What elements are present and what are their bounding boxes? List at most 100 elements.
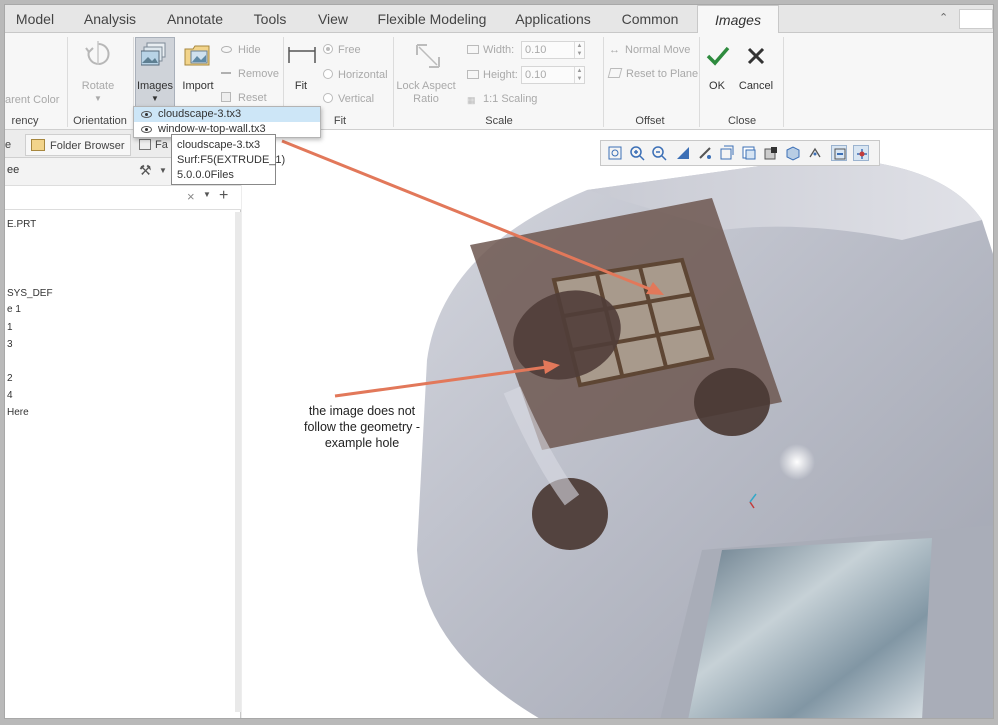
datum-display-icon[interactable] xyxy=(807,145,823,161)
remove-label: Remove xyxy=(238,68,279,80)
tree-item[interactable]: 4 xyxy=(7,388,13,404)
group-separator xyxy=(699,37,700,127)
group-label-orientation: Orientation xyxy=(73,115,127,127)
group-label-offset: Offset xyxy=(635,115,665,127)
fit-free-label: Free xyxy=(338,44,361,56)
repaint-icon[interactable] xyxy=(675,145,691,161)
lock-aspect-button[interactable]: Lock Aspect Ratio xyxy=(395,80,457,106)
tree-item[interactable]: SYS_DEF xyxy=(7,286,53,302)
group-label-transparency: rency xyxy=(11,115,39,127)
remove-button[interactable]: Remove xyxy=(221,65,279,83)
tab-annotate[interactable]: Annotate xyxy=(155,5,235,33)
group-label-close: Close xyxy=(727,115,757,127)
lock-aspect-label-2: Ratio xyxy=(413,93,439,105)
width-icon xyxy=(467,45,479,54)
chevron-down-icon[interactable]: ▼ xyxy=(159,166,167,175)
height-label-text: Height: xyxy=(483,69,518,81)
hide-button[interactable]: Hide xyxy=(221,41,261,59)
fit-vertical-radio[interactable]: Vertical xyxy=(323,90,374,108)
group-separator xyxy=(783,37,784,127)
tree-search-input[interactable]: × ▼ + xyxy=(5,186,241,210)
import-button[interactable]: Import xyxy=(178,80,218,92)
tree-item[interactable]: 2 xyxy=(7,371,13,387)
radio-icon xyxy=(323,44,333,54)
radio-icon xyxy=(323,93,333,103)
refit-icon[interactable] xyxy=(607,145,623,161)
tree-settings-icon[interactable]: ⚒ xyxy=(139,162,153,180)
import-icon xyxy=(184,45,210,66)
tab-model-tree[interactable]: e xyxy=(5,134,19,156)
ok-button[interactable]: OK xyxy=(703,80,731,92)
normal-move-button[interactable]: ↔ Normal Move xyxy=(609,41,690,59)
collapse-ribbon-icon[interactable]: ⌃ xyxy=(939,11,953,25)
zoom-out-icon[interactable] xyxy=(651,145,667,161)
spin-center-icon[interactable] xyxy=(853,145,869,161)
images-icon xyxy=(141,42,166,66)
screenshot-frame: Model Analysis Annotate Tools View Flexi… xyxy=(0,0,998,725)
images-button-label: Images xyxy=(136,80,174,92)
annotation-text: the image does not follow the geometry -… xyxy=(287,403,437,451)
tab-model[interactable]: Model xyxy=(5,5,65,33)
height-value: 0.10 xyxy=(525,69,547,81)
reset-button[interactable]: Reset xyxy=(221,89,267,107)
zoom-in-icon[interactable] xyxy=(629,145,645,161)
move-arrows-icon: ↔ xyxy=(609,44,620,56)
eye-icon xyxy=(221,46,232,53)
one-to-one-scaling-button[interactable]: ▦ 1:1 Scaling xyxy=(467,90,537,108)
plane-icon xyxy=(607,68,623,78)
tree-item[interactable]: Here xyxy=(7,405,29,421)
annotation-display-icon[interactable] xyxy=(831,145,847,161)
tab-common[interactable]: Common xyxy=(609,5,691,33)
chevron-down-icon[interactable]: ▼ xyxy=(203,190,211,199)
tree-item[interactable]: 3 xyxy=(7,337,13,353)
tab-analysis[interactable]: Analysis xyxy=(71,5,149,33)
add-icon[interactable]: + xyxy=(219,187,228,205)
tooltip-line: 5.0.0.0Files xyxy=(177,169,234,181)
lock-aspect-label-1: Lock Aspect xyxy=(396,80,456,92)
annotation-line: the image does not xyxy=(308,404,416,418)
group-label-scale: Scale xyxy=(485,115,513,127)
tab-folder-browser[interactable]: Folder Browser xyxy=(25,134,131,156)
spinner-icon[interactable]: ▲ ▼ xyxy=(574,67,584,83)
scaling-icon: ▦ xyxy=(467,95,476,105)
tab-applications[interactable]: Applications xyxy=(503,5,603,33)
fit-horizontal-label: Horizontal xyxy=(338,69,388,81)
display-style-icon[interactable] xyxy=(785,145,801,161)
chevron-down-icon[interactable]: ▼ xyxy=(150,94,160,103)
tab-tools[interactable]: Tools xyxy=(241,5,299,33)
tab-flexible-modeling[interactable]: Flexible Modeling xyxy=(367,5,497,33)
tree-header: ee xyxy=(7,164,20,176)
tree-item[interactable]: E.PRT xyxy=(7,217,36,233)
tree-scrollbar[interactable] xyxy=(235,212,241,712)
fit-free-radio[interactable]: Free xyxy=(323,41,361,59)
saved-orientations-icon[interactable] xyxy=(719,145,735,161)
height-input[interactable]: 0.10 ▲ ▼ xyxy=(521,66,585,84)
image-menu-item[interactable]: cloudscape-3.tx3 xyxy=(134,107,320,122)
tab-view[interactable]: View xyxy=(305,5,361,33)
height-icon xyxy=(467,70,479,79)
group-separator xyxy=(67,37,68,127)
tab-images[interactable]: Images xyxy=(697,5,779,34)
tree-item[interactable]: 1 xyxy=(7,320,13,336)
spinner-icon[interactable]: ▲ ▼ xyxy=(574,42,584,58)
view-manager-icon[interactable] xyxy=(741,145,757,161)
width-value: 0.10 xyxy=(525,44,547,56)
reset-to-plane-button[interactable]: Reset to Plane xyxy=(607,65,698,83)
command-search-input[interactable] xyxy=(959,9,993,29)
rotate-button[interactable]: Rotate xyxy=(77,80,119,92)
fit-horizontal-radio[interactable]: Horizontal xyxy=(323,66,388,84)
cloudscape-image xyxy=(688,538,932,718)
tree-item[interactable]: e 1 xyxy=(7,302,21,318)
reorient-icon[interactable] xyxy=(697,145,713,161)
chevron-down-icon[interactable]: ▼ xyxy=(93,94,103,103)
transparent-color-button[interactable]: arent Color xyxy=(5,91,59,109)
width-label-text: Width: xyxy=(483,44,515,56)
clear-icon[interactable]: × xyxy=(187,189,195,204)
hole-ellipse-2 xyxy=(694,368,770,436)
width-label: Width: xyxy=(467,41,514,59)
cancel-button[interactable]: Cancel xyxy=(735,80,777,92)
graphics-viewport[interactable]: the image does not follow the geometry -… xyxy=(242,130,993,718)
fit-button[interactable]: Fit xyxy=(287,80,315,92)
width-input[interactable]: 0.10 ▲ ▼ xyxy=(521,41,585,59)
perspective-icon[interactable] xyxy=(763,145,779,161)
